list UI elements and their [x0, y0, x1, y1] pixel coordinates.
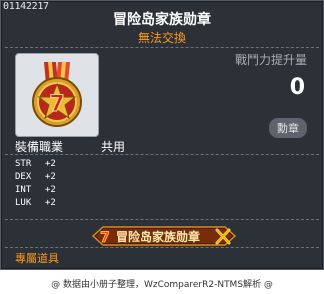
job-value: 共用 [101, 140, 126, 154]
stat-value: +2 [45, 172, 56, 182]
stat-name: STR [15, 159, 32, 169]
stat-name: DEX [15, 172, 32, 182]
combat-power-value: 0 [289, 75, 305, 100]
medal-icon: 7 [32, 62, 82, 127]
stat-name: INT [15, 185, 32, 195]
combat-power-label: 戰鬥力提升量 [234, 53, 307, 67]
item-tooltip: 01142217 冒险岛家族勋章 無法交換 7 戰鬥力提升量 0 勳章 裝備職業… [0, 0, 324, 270]
footer-credit: @ 数据由小册子整理，WzComparerR2-NTMS解析 @ [51, 280, 273, 290]
stat-row-str: STR +2 [15, 158, 56, 171]
stat-row-dex: DEX +2 [15, 171, 56, 184]
stat-value: +2 [45, 159, 56, 169]
divider [5, 47, 319, 48]
item-type-badge: 勳章 [269, 118, 307, 138]
divider [5, 247, 319, 248]
divider [5, 154, 319, 155]
trade-status: 無法交換 [137, 31, 186, 45]
svg-text:7: 7 [49, 92, 64, 117]
stat-row-luk: LUK +2 [15, 197, 56, 210]
divider [5, 219, 319, 220]
job-label: 裝備職業 [15, 140, 64, 154]
svg-text:7: 7 [100, 230, 110, 246]
item-icon-frame: 7 [15, 53, 99, 137]
stat-row-int: INT +2 [15, 184, 56, 197]
stat-name: LUK [15, 198, 32, 208]
exclusive-item-label: 專屬道具 [15, 252, 59, 265]
item-title: 冒险岛家族勋章 [113, 12, 211, 28]
stats-list: STR +2 DEX +2 INT +2 LUK +2 [15, 158, 56, 210]
stat-value: +2 [45, 185, 56, 195]
medal-banner-text: 冒险岛家族勋章 [116, 230, 201, 244]
stat-value: +2 [45, 198, 56, 208]
medal-banner: 7 冒险岛家族勋章 [91, 225, 237, 247]
